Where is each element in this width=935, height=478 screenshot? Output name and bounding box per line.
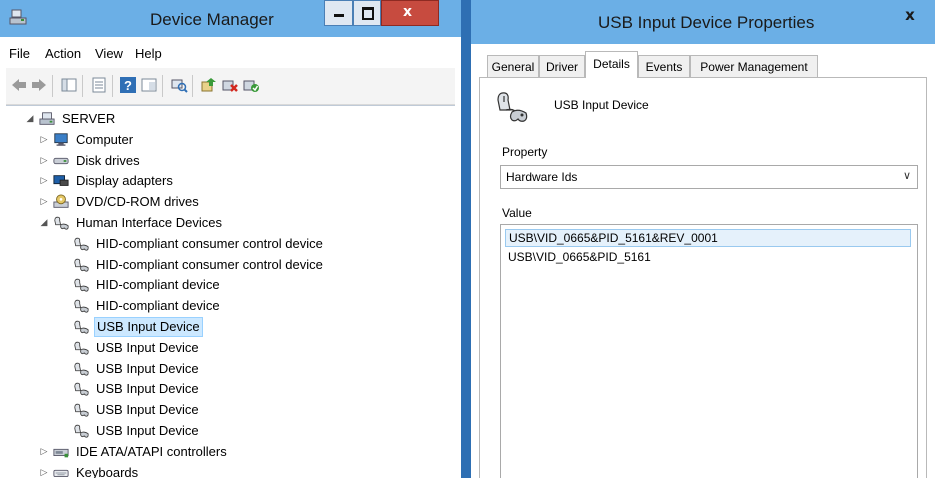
help-icon[interactable]: ? xyxy=(119,76,137,94)
hid-icon xyxy=(74,383,89,397)
tree-node-label: USB Input Device xyxy=(96,339,199,355)
hid-icon xyxy=(74,237,89,251)
properties-title-bar[interactable]: USB Input Device Properties x xyxy=(471,0,935,44)
property-dropdown-value: Hardware Ids xyxy=(506,170,578,184)
tree-node-label: HID-compliant device xyxy=(96,277,220,293)
monitor-icon xyxy=(54,133,68,146)
tree-node-label: Disk drives xyxy=(76,152,140,168)
tab-events[interactable]: Events xyxy=(638,55,690,77)
device-manager-window: Device Manager x File Action View Help ?… xyxy=(0,0,461,478)
tree-node-label: HID-compliant consumer control device xyxy=(96,256,323,272)
close-button[interactable]: x xyxy=(381,0,439,26)
expanded-arrow-icon[interactable]: ◢ xyxy=(38,213,50,233)
toolbar: ? xyxy=(6,68,455,105)
hid-icon xyxy=(74,258,89,272)
view-pane-icon[interactable] xyxy=(140,76,158,94)
toolbar-separator xyxy=(162,75,163,97)
show-hide-console-tree-icon[interactable] xyxy=(60,76,78,94)
properties-title: USB Input Device Properties xyxy=(598,13,815,32)
hid-icon xyxy=(74,403,89,417)
tree-node-label: Computer xyxy=(76,131,134,147)
collapsed-arrow-icon[interactable]: ▷ xyxy=(38,463,50,478)
menu-help[interactable]: Help xyxy=(135,46,162,61)
tree-node-label: DVD/CD-ROM drives xyxy=(76,194,199,210)
keyboard-icon xyxy=(53,469,69,477)
tree-node-label: IDE ATA/ATAPI controllers xyxy=(76,443,227,459)
hid-icon xyxy=(74,362,89,376)
properties-icon[interactable] xyxy=(90,76,108,94)
collapsed-arrow-icon[interactable]: ▷ xyxy=(38,171,50,191)
tree-node-label: Keyboards xyxy=(76,464,139,478)
hid-icon xyxy=(74,424,89,438)
property-label: Property xyxy=(502,145,548,159)
menu-action[interactable]: Action xyxy=(45,46,81,61)
tree-node-label: Human Interface Devices xyxy=(76,215,222,230)
window-frame-divider xyxy=(461,0,471,478)
properties-close-button[interactable]: x xyxy=(896,6,924,28)
toolbar-separator xyxy=(52,75,53,97)
tree-node-label: USB Input Device xyxy=(96,360,199,376)
hid-icon xyxy=(74,320,89,334)
tree-node-label: HID-compliant device xyxy=(96,298,220,314)
tree-node-label: USB Input Device xyxy=(96,423,199,438)
value-list-item[interactable]: USB\VID_0665&PID_5161&REV_0001 xyxy=(505,229,911,247)
collapsed-arrow-icon[interactable]: ▷ xyxy=(38,130,50,150)
hid-icon xyxy=(74,341,89,355)
usb-input-device-properties-dialog: USB Input Device Properties x General Dr… xyxy=(471,0,935,478)
expanded-arrow-icon[interactable]: ◢ xyxy=(24,109,36,129)
value-list[interactable]: USB\VID_0665&PID_5161&REV_0001 USB\VID_06… xyxy=(500,224,918,478)
hid-device-icon xyxy=(497,92,528,122)
toolbar-separator xyxy=(112,75,113,97)
dvd-drive-icon xyxy=(53,194,69,208)
value-list-item[interactable]: USB\VID_0665&PID_5161 xyxy=(505,248,911,266)
forward-arrow-icon[interactable] xyxy=(30,76,48,94)
chevron-down-icon: ∨ xyxy=(902,169,911,182)
property-dropdown[interactable]: Hardware Ids ∨ xyxy=(500,165,918,189)
properties-body: General Driver Details Events Power Mana… xyxy=(471,44,935,478)
minimize-button[interactable] xyxy=(324,0,353,26)
tree-node-label: USB Input Device xyxy=(96,402,199,418)
device-name: USB Input Device xyxy=(554,98,649,112)
hid-icon xyxy=(74,279,89,293)
maximize-button[interactable] xyxy=(353,0,381,26)
display-adapter-icon xyxy=(53,175,69,187)
toolbar-separator xyxy=(82,75,83,97)
hid-icon xyxy=(54,216,69,230)
collapsed-arrow-icon[interactable]: ▷ xyxy=(38,442,50,462)
device-manager-title-bar[interactable]: Device Manager x xyxy=(0,0,461,37)
close-icon: x xyxy=(403,4,413,20)
tree-node-label: SERVER xyxy=(62,111,116,126)
tab-details[interactable]: Details xyxy=(585,51,638,78)
menu-bar: File Action View Help xyxy=(6,38,455,68)
value-label: Value xyxy=(502,206,532,220)
device-manager-title: Device Manager xyxy=(150,10,274,29)
enable-device-icon[interactable] xyxy=(242,76,260,94)
uninstall-device-icon[interactable] xyxy=(221,76,239,94)
menu-file[interactable]: File xyxy=(9,46,30,61)
toolbar-separator xyxy=(192,75,193,97)
collapsed-arrow-icon[interactable]: ▷ xyxy=(38,192,50,212)
svg-text:?: ? xyxy=(124,78,132,93)
close-icon: x xyxy=(905,6,915,24)
tree-node-label: Display adapters xyxy=(76,173,173,189)
collapsed-arrow-icon[interactable]: ▷ xyxy=(38,151,50,171)
computer-server-icon xyxy=(39,112,55,125)
tab-driver[interactable]: Driver xyxy=(539,55,585,77)
device-manager-app-icon xyxy=(9,9,27,25)
scan-hardware-icon[interactable] xyxy=(170,76,188,94)
tab-power-management[interactable]: Power Management xyxy=(690,55,818,77)
back-arrow-icon[interactable] xyxy=(10,76,28,94)
tree-node-label: HID-compliant consumer control device xyxy=(96,235,323,251)
disk-drive-icon xyxy=(53,157,69,164)
tree-node-label: USB Input Device xyxy=(94,317,203,337)
ide-controller-icon xyxy=(53,448,69,458)
tree-node-label: USB Input Device xyxy=(96,381,199,397)
device-tree[interactable]: ◢ SERVER ▷ Computer ▷ Disk drives ▷ Display ada… xyxy=(6,105,455,478)
menu-view[interactable]: View xyxy=(95,46,123,61)
hid-icon xyxy=(74,299,89,313)
tab-general[interactable]: General xyxy=(487,55,539,77)
update-driver-icon[interactable] xyxy=(200,76,218,94)
